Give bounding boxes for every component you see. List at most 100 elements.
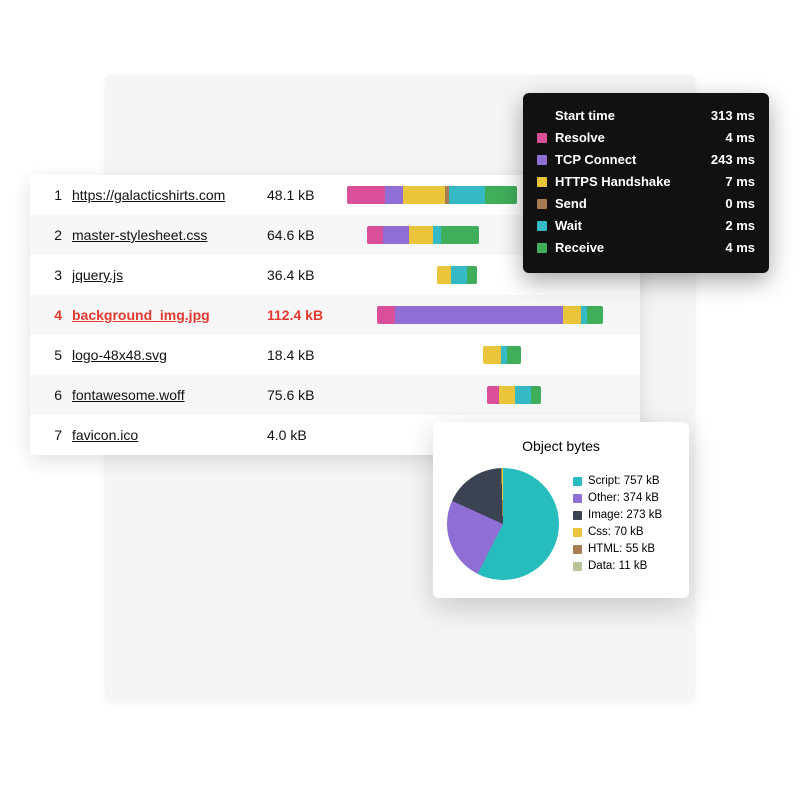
timing-card: Start time 313 ms Resolve4 msTCP Connect… — [523, 93, 769, 273]
timeline-segment — [499, 386, 515, 404]
timing-start-value: 313 ms — [711, 105, 755, 127]
timeline-bar — [487, 386, 541, 404]
timing-label: Resolve — [555, 127, 605, 149]
timeline-segment — [403, 186, 445, 204]
timing-start-label: Start time — [555, 105, 615, 127]
resource-name[interactable]: master-stylesheet.css — [72, 227, 267, 243]
timing-label: HTTPS Handshake — [555, 171, 671, 193]
resource-size: 112.4 kB — [267, 307, 347, 323]
waterfall-row[interactable]: 6fontawesome.woff75.6 kB — [30, 375, 640, 415]
color-swatch — [573, 528, 582, 537]
legend-row: Image: 273 kB — [573, 507, 662, 524]
timeline-segment — [437, 266, 451, 284]
timeline-track — [347, 346, 626, 364]
pie-title: Object bytes — [447, 438, 675, 454]
timing-row: Wait 2 ms — [537, 215, 755, 237]
resource-name[interactable]: favicon.ico — [72, 427, 267, 443]
timeline-bar — [347, 186, 517, 204]
timing-label: Wait — [555, 215, 582, 237]
timing-start-row: Start time 313 ms — [537, 105, 755, 127]
timeline-track — [347, 306, 626, 324]
legend-label: Script: 757 kB — [588, 473, 660, 490]
timing-value: 4 ms — [725, 127, 755, 149]
color-swatch — [573, 494, 582, 503]
timeline-segment — [467, 266, 477, 284]
color-swatch — [537, 133, 547, 143]
timing-value: 4 ms — [725, 237, 755, 259]
row-index: 7 — [44, 427, 62, 443]
timeline-segment — [377, 306, 395, 324]
timeline-track — [347, 386, 626, 404]
timeline-segment — [487, 386, 499, 404]
timeline-segment — [367, 226, 383, 244]
object-bytes-card: Object bytes Script: 757 kBOther: 374 kB… — [433, 422, 689, 598]
timeline-bar — [367, 226, 479, 244]
row-index: 4 — [44, 307, 62, 323]
color-swatch — [537, 221, 547, 231]
color-swatch — [573, 477, 582, 486]
legend-row: Script: 757 kB — [573, 473, 662, 490]
timeline-segment — [395, 306, 563, 324]
color-swatch — [573, 562, 582, 571]
timing-value: 7 ms — [725, 171, 755, 193]
timeline-segment — [409, 226, 433, 244]
waterfall-row[interactable]: 5 logo-48x48.svg18.4 kB — [30, 335, 640, 375]
legend-row: HTML: 55 kB — [573, 541, 662, 558]
resource-name[interactable]: jquery.js — [72, 267, 267, 283]
row-index: 6 — [44, 387, 62, 403]
pie-chart — [447, 468, 559, 580]
legend-label: Image: 273 kB — [588, 507, 662, 524]
resource-name[interactable]: logo-48x48.svg — [72, 347, 267, 363]
row-index: 2 — [44, 227, 62, 243]
timeline-segment — [563, 306, 581, 324]
resource-size: 4.0 kB — [267, 427, 347, 443]
resource-size: 48.1 kB — [267, 187, 347, 203]
legend-label: Other: 374 kB — [588, 490, 659, 507]
pie-legend: Script: 757 kBOther: 374 kBImage: 273 kB… — [573, 473, 662, 575]
timing-row: Resolve 4 ms — [537, 127, 755, 149]
color-swatch — [537, 243, 547, 253]
timeline-segment — [587, 306, 603, 324]
timeline-bar — [483, 346, 521, 364]
timeline-segment — [515, 386, 531, 404]
timeline-segment — [507, 346, 521, 364]
timeline-segment — [485, 186, 517, 204]
timeline-segment — [531, 386, 541, 404]
timing-row: Receive 4 ms — [537, 237, 755, 259]
legend-row: Css: 70 kB — [573, 524, 662, 541]
legend-label: HTML: 55 kB — [588, 541, 655, 558]
timing-label: Receive — [555, 237, 604, 259]
timeline-segment — [385, 186, 403, 204]
resource-size: 18.4 kB — [267, 347, 347, 363]
row-index: 1 — [44, 187, 62, 203]
timing-value: 243 ms — [711, 149, 755, 171]
legend-label: Css: 70 kB — [588, 524, 644, 541]
color-swatch — [537, 155, 547, 165]
timing-row: HTTPS Handshake 7 ms — [537, 171, 755, 193]
timeline-segment — [347, 186, 385, 204]
timeline-segment — [483, 346, 501, 364]
legend-label: Data: 11 kB — [588, 558, 647, 575]
waterfall-row[interactable]: 4 background_img.jpg112.4 kB — [30, 295, 640, 335]
resource-name[interactable]: fontawesome.woff — [72, 387, 267, 403]
timing-value: 2 ms — [725, 215, 755, 237]
timeline-bar — [437, 266, 477, 284]
timeline-segment — [449, 186, 485, 204]
timeline-segment — [441, 226, 479, 244]
timing-label: TCP Connect — [555, 149, 636, 171]
row-index: 3 — [44, 267, 62, 283]
color-swatch — [537, 199, 547, 209]
timeline-segment — [383, 226, 409, 244]
color-swatch — [537, 177, 547, 187]
timeline-segment — [433, 226, 441, 244]
resource-size: 64.6 kB — [267, 227, 347, 243]
color-swatch — [573, 545, 582, 554]
resource-size: 36.4 kB — [267, 267, 347, 283]
timing-row: TCP Connect 243 ms — [537, 149, 755, 171]
timing-row: Send0 ms — [537, 193, 755, 215]
row-index: 5 — [44, 347, 62, 363]
resource-name[interactable]: background_img.jpg — [72, 307, 267, 323]
color-swatch — [573, 511, 582, 520]
resource-name[interactable]: https://galacticshirts.com — [72, 187, 267, 203]
legend-row: Other: 374 kB — [573, 490, 662, 507]
